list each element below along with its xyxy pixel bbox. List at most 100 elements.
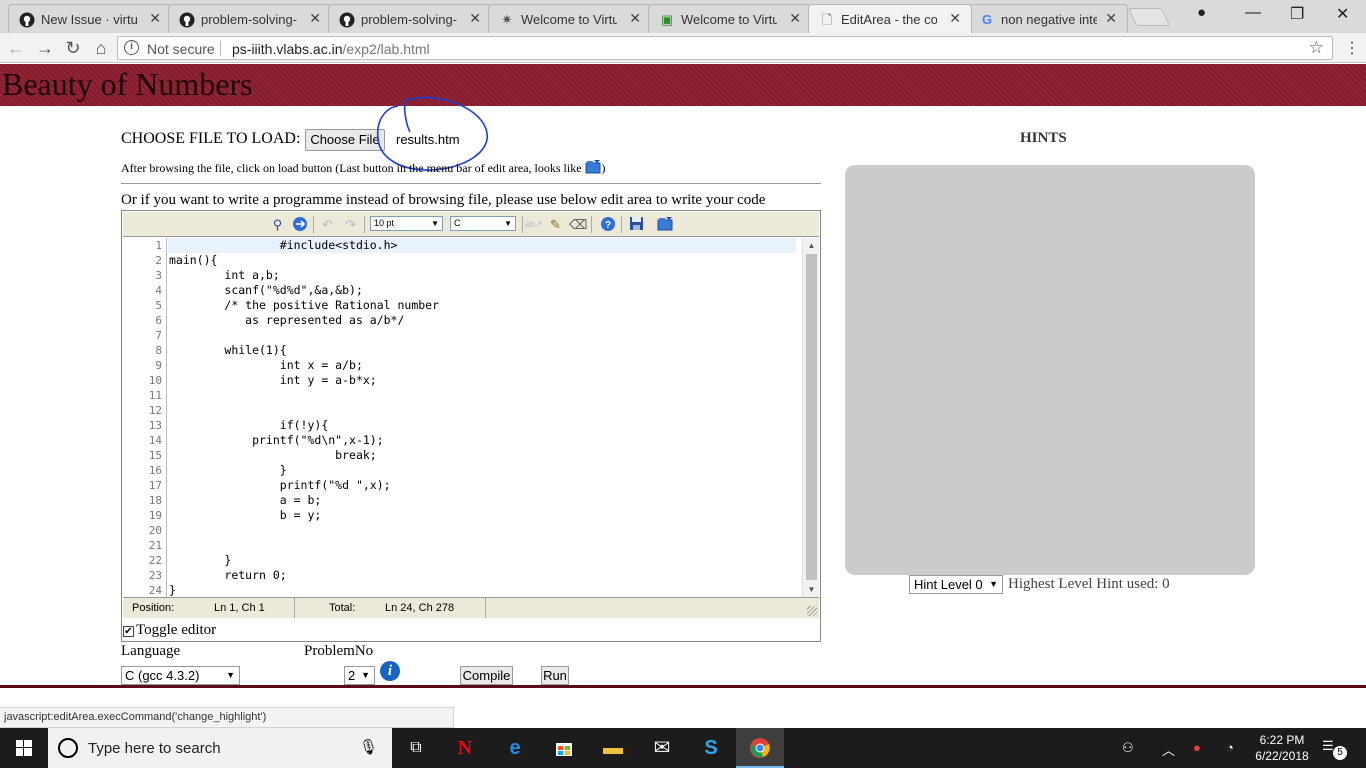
bookmark-star-icon[interactable]: ☆ — [1309, 38, 1324, 58]
toggle-editor[interactable]: ✔ Toggle editor — [123, 622, 216, 639]
scroll-up-icon[interactable]: ▲ — [803, 238, 819, 253]
forward-icon[interactable]: → — [35, 38, 55, 59]
compile-button[interactable]: Compile — [460, 666, 513, 685]
people-icon[interactable]: ⚇ — [1122, 740, 1134, 756]
help-icon[interactable]: ? — [599, 216, 616, 233]
security-indicator[interactable]: Not secure — [147, 41, 215, 57]
word-wrap-icon[interactable]: ab↗ — [525, 216, 543, 233]
new-tab-button[interactable] — [1127, 8, 1171, 26]
highlight-brush-icon[interactable]: ✎ — [547, 216, 564, 233]
code-line[interactable]: } — [169, 553, 231, 568]
browser-tab[interactable]: G non negative integ ✕ — [968, 4, 1128, 33]
browser-tab[interactable]: problem-solving-iii ✕ — [328, 4, 492, 33]
close-icon[interactable]: ✕ — [469, 10, 481, 27]
address-bar[interactable]: i Not secure ps-iiith.vlabs.ac.in/exp2/l… — [117, 36, 1333, 60]
browser-tab-active[interactable]: 🗋 EditArea - the code ✕ — [808, 4, 972, 33]
restore-icon[interactable]: ❐ — [1290, 4, 1304, 24]
code-line[interactable]: } — [169, 583, 176, 597]
code-line[interactable]: int x = a/b; — [169, 358, 363, 373]
close-icon[interactable]: ✕ — [1105, 10, 1117, 27]
wifi-icon[interactable]: ◔ — [1226, 740, 1234, 755]
close-icon[interactable]: ✕ — [629, 10, 641, 27]
code-line[interactable]: while(1){ — [169, 343, 286, 358]
code-line[interactable]: a = b; — [169, 493, 322, 508]
browser-tab[interactable]: New Issue · virtual- ✕ — [8, 4, 172, 33]
tab-title: New Issue · virtual- — [41, 12, 137, 27]
close-icon[interactable]: ✕ — [149, 10, 161, 27]
start-button[interactable] — [0, 728, 48, 768]
code-line[interactable]: int a,b; — [169, 268, 279, 283]
line-number: 2 — [155, 254, 162, 267]
line-number: 23 — [148, 569, 162, 582]
mail-icon[interactable]: ✉ — [638, 728, 686, 768]
store-icon[interactable] — [540, 728, 588, 768]
antivirus-icon[interactable]: ● — [1193, 740, 1201, 755]
microphone-icon[interactable]: 🎙 — [359, 738, 378, 756]
reload-icon[interactable]: ↻ — [63, 38, 83, 59]
line-number: 21 — [148, 539, 162, 552]
load-file-icon[interactable] — [657, 216, 674, 233]
run-button[interactable]: Run — [541, 666, 569, 685]
resize-handle[interactable] — [807, 606, 817, 616]
chrome-icon[interactable] — [736, 728, 784, 768]
url-text[interactable]: ps-iiith.vlabs.ac.in/exp2/lab.html — [232, 41, 430, 57]
scroll-down-icon[interactable]: ▼ — [803, 582, 819, 597]
home-icon[interactable]: ⌂ — [91, 38, 111, 59]
toggle-editor-checkbox[interactable]: ✔ — [123, 626, 134, 637]
hint-level-value: Hint Level 0 — [914, 577, 983, 592]
link-status-bubble: javascript:editArea.execCommand('change_… — [0, 707, 454, 728]
code-line[interactable]: as represented as a/b*/ — [169, 313, 404, 328]
minimize-icon[interactable]: — — [1245, 4, 1261, 22]
code-area[interactable]: 1 2 3 4 5 6 7 8 9 10 11 12 13 14 15 16 1… — [123, 238, 819, 597]
window-close-icon[interactable]: ✕ — [1336, 4, 1349, 24]
close-icon[interactable]: ✕ — [949, 10, 961, 27]
code-line[interactable]: } — [169, 463, 287, 478]
code-line[interactable]: return 0; — [169, 568, 286, 583]
code-line[interactable]: scanf("%d%d",&a,&b); — [169, 283, 362, 298]
code-line[interactable]: #include<stdio.h> — [169, 238, 398, 253]
vertical-scrollbar[interactable]: ▲ ▼ — [802, 238, 819, 597]
close-icon[interactable]: ✕ — [309, 10, 321, 27]
browser-tab[interactable]: ✷ Welcome to Virtua ✕ — [488, 4, 652, 33]
back-icon[interactable]: ← — [6, 38, 26, 59]
tab-title: problem-solving-iii — [201, 12, 297, 27]
browser-tab[interactable]: problem-solving-iii ✕ — [168, 4, 332, 33]
show-hidden-icons[interactable]: ︿ — [1162, 740, 1175, 759]
scrollbar-thumb[interactable] — [806, 254, 817, 580]
problem-number-select[interactable]: 2 ▼ — [344, 666, 375, 685]
undo-icon[interactable]: ↶ — [319, 216, 336, 233]
url-path: /exp2/lab.html — [342, 41, 430, 57]
hint-level-select[interactable]: Hint Level 0 ▼ — [909, 575, 1003, 594]
save-icon[interactable] — [628, 216, 645, 233]
code-line[interactable]: if(!y){ — [169, 418, 328, 433]
browser-tab[interactable]: ▣ Welcome to Virtua ✕ — [648, 4, 812, 33]
syntax-select[interactable]: C ▼ — [450, 216, 516, 231]
redo-icon[interactable]: ↷ — [342, 216, 359, 233]
eraser-icon[interactable]: ⌫ — [569, 216, 587, 233]
action-center-icon[interactable]: ☰ 5 — [1322, 738, 1347, 760]
code-line[interactable]: int y = a-b*x; — [169, 373, 377, 388]
profile-icon[interactable]: ● — [1197, 4, 1206, 21]
code-line[interactable]: b = y; — [169, 508, 322, 523]
file-explorer-icon[interactable]: ▬ — [589, 728, 637, 768]
goto-line-icon[interactable] — [291, 216, 308, 233]
info-icon[interactable]: i — [124, 40, 139, 55]
search-icon[interactable]: ⚲ — [269, 216, 286, 233]
code-line[interactable]: main(){ — [169, 253, 217, 268]
code-line[interactable]: printf("%d\n",x-1); — [169, 433, 384, 448]
code-line[interactable]: printf("%d ",x); — [169, 478, 391, 493]
font-size-select[interactable]: 10 pt ▼ — [370, 216, 443, 231]
taskbar-search[interactable]: Type here to search 🎙 — [48, 728, 392, 768]
skype-icon[interactable]: S — [687, 728, 735, 768]
task-view-icon[interactable]: ⧉ — [392, 728, 440, 768]
netflix-icon[interactable]: N — [441, 728, 489, 768]
edge-icon[interactable]: e — [491, 728, 539, 768]
browser-menu-icon[interactable]: ⋮ — [1344, 38, 1360, 58]
code-line[interactable]: /* the positive Rational number — [169, 298, 439, 313]
language-select[interactable]: C (gcc 4.3.2) ▼ — [121, 666, 240, 685]
code-line[interactable]: break; — [169, 448, 377, 463]
close-icon[interactable]: ✕ — [789, 10, 801, 27]
taskbar-clock[interactable]: 6:22 PM 6/22/2018 — [1250, 732, 1314, 764]
problem-info-icon[interactable]: i — [380, 661, 400, 681]
tab-title: EditArea - the code — [841, 12, 937, 27]
